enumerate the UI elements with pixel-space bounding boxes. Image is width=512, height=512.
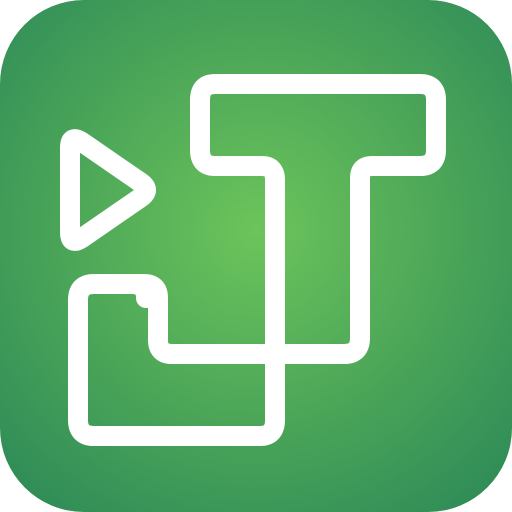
app-icon-canvas	[0, 0, 512, 512]
app-logo-icon	[0, 0, 512, 512]
